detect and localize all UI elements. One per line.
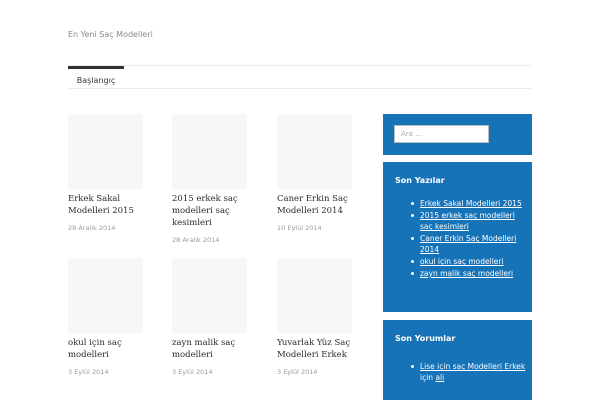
post-date[interactable]: 3 Eylül 2014 [172,368,262,376]
list-item: okul için saç modelleri [411,256,526,267]
recent-post-link[interactable]: okul için saç modelleri [420,257,504,266]
recent-post-link[interactable]: Caner Erkin Saç Modelleri 2014 [420,234,516,254]
list-item: Caner Erkin Saç Modelleri 2014 [411,233,526,255]
post-card: okul için saç modelleri 3 Eylül 2014 [68,258,158,376]
comment-post-link[interactable]: ali [435,373,444,382]
recent-posts-list: Erkek Sakal Modelleri 2015 2015 erkek sa… [411,198,526,280]
post-date[interactable]: 3 Eylül 2014 [68,368,158,376]
post-date[interactable]: 28 Aralık 2014 [172,236,262,244]
nav-item-home[interactable]: Başlangıç [68,66,124,88]
post-thumbnail[interactable] [277,114,352,189]
search-widget [383,114,532,155]
list-item: 2015 erkek saç modelleri saç kesimleri [411,210,526,232]
post-card: 2015 erkek saç modelleri saç kesimleri 2… [172,114,262,244]
post-thumbnail[interactable] [172,114,247,189]
search-input[interactable] [394,125,489,143]
post-thumbnail[interactable] [172,258,247,333]
post-thumbnail[interactable] [277,258,352,333]
post-date[interactable]: 3 Eylül 2014 [277,368,367,376]
recent-post-link[interactable]: 2015 erkek saç modelleri saç kesimleri [420,211,515,231]
widget-title: Son Yorumlar [395,334,456,343]
comment-connector: için [420,373,434,382]
site-tagline: En Yeni Saç Modelleri [68,30,153,39]
post-date[interactable]: 10 Eylül 2014 [277,224,367,232]
list-item: Erkek Sakal Modelleri 2015 [411,198,526,209]
main-navigation: Başlangıç [68,65,532,89]
post-title[interactable]: 2015 erkek saç modelleri saç kesimleri [172,193,262,229]
recent-post-link[interactable]: zayn malik saç modelleri [420,269,513,278]
widget-title: Son Yazılar [395,176,445,185]
list-item: Lise için saç Modelleri Erkek için ali [411,361,526,383]
recent-comments-list: Lise için saç Modelleri Erkek için ali [411,361,526,384]
list-item: zayn malik saç modelleri [411,268,526,279]
recent-comments-widget: Son Yorumlar Lise için saç Modelleri Erk… [383,320,532,400]
post-card: Yuvarlak Yüz Saç Modelleri Erkek 3 Eylül… [277,258,367,376]
recent-post-link[interactable]: Erkek Sakal Modelleri 2015 [420,199,522,208]
post-title[interactable]: Erkek Sakal Modelleri 2015 [68,193,158,217]
post-title[interactable]: Caner Erkin Saç Modelleri 2014 [277,193,367,217]
post-title[interactable]: okul için saç modelleri [68,337,158,361]
post-title[interactable]: zayn malik saç modelleri [172,337,262,361]
post-card: Caner Erkin Saç Modelleri 2014 10 Eylül … [277,114,367,232]
post-card: zayn malik saç modelleri 3 Eylül 2014 [172,258,262,376]
post-date[interactable]: 28 Aralık 2014 [68,224,158,232]
post-thumbnail[interactable] [68,114,143,189]
post-card: Erkek Sakal Modelleri 2015 28 Aralık 201… [68,114,158,232]
comment-author-link[interactable]: Lise için saç Modelleri Erkek [420,362,525,371]
recent-posts-widget: Son Yazılar Erkek Sakal Modelleri 2015 2… [383,162,532,312]
post-thumbnail[interactable] [68,258,143,333]
post-title[interactable]: Yuvarlak Yüz Saç Modelleri Erkek [277,337,367,361]
